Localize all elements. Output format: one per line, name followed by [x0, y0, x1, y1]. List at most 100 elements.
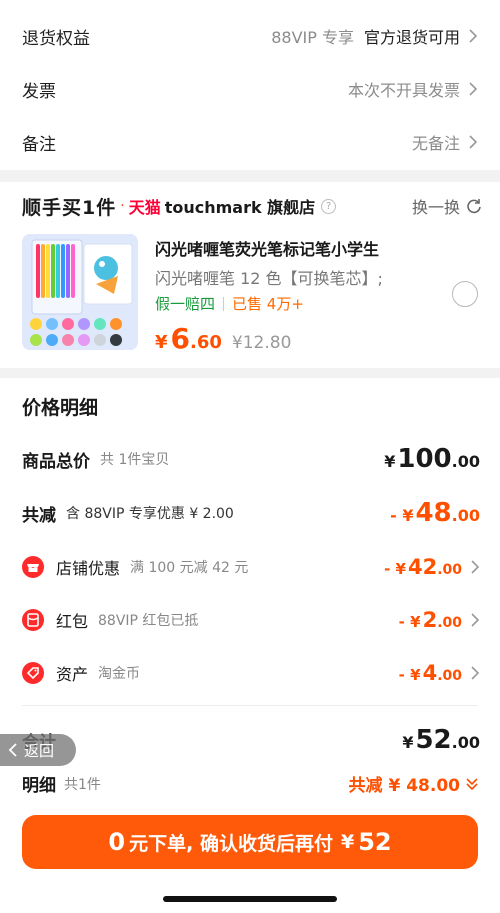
- price-details-title: 价格明细: [22, 397, 99, 419]
- grand-total-row: 合计 ¥ 52 .00: [22, 725, 480, 755]
- discount-item-label: 资产: [56, 665, 89, 684]
- chevron-right-icon: [470, 613, 480, 627]
- cta-amount: 52: [358, 828, 392, 856]
- product-tags: 假一赔四 已售 4万+: [155, 293, 304, 314]
- amount-integer: 2: [422, 608, 438, 632]
- discount-item-sub: 淘金币: [98, 666, 141, 682]
- currency-symbol: - ¥: [398, 613, 421, 631]
- red-packet-icon: [22, 609, 44, 631]
- discount-item-label: 店铺优惠: [56, 559, 121, 578]
- chevron-right-icon: [470, 666, 480, 680]
- vip-discount-note: 含 88VIP 专享优惠 ¥ 2.00: [66, 506, 234, 522]
- goods-count: 共 1件宝贝: [100, 452, 170, 468]
- currency-symbol: - ¥: [384, 560, 406, 578]
- currency-symbol: - ¥: [390, 506, 414, 525]
- shop-icon: [22, 556, 44, 578]
- guarantee-tag: 假一赔四: [155, 295, 216, 313]
- back-label: 返回: [24, 741, 55, 760]
- amount-integer: 100: [397, 444, 452, 474]
- amount-decimal: .00: [451, 733, 480, 752]
- note-row[interactable]: 备注 无备注: [0, 115, 500, 169]
- currency-symbol: ¥: [384, 452, 396, 471]
- original-price: ¥12.80: [231, 333, 292, 353]
- invoice-value: 本次不开具发票: [347, 81, 460, 100]
- amount-integer: 52: [415, 725, 452, 755]
- cta-symbol: ¥: [340, 831, 355, 853]
- refund-rights-label: 退货权益: [22, 28, 90, 49]
- discount-item-sub: 满 100 元减 42 元: [130, 560, 249, 576]
- detail-discount: 共减 ¥ 48.00: [349, 771, 480, 796]
- sold-count: 已售 4万+: [232, 295, 304, 313]
- tmall-logo: 天猫: [128, 198, 161, 217]
- select-radio[interactable]: [452, 281, 478, 307]
- chevron-right-icon: [468, 29, 478, 43]
- grand-total-amount: ¥ 52 .00: [402, 725, 480, 755]
- double-chevron-down-icon: [466, 777, 478, 790]
- refresh-icon: [467, 199, 481, 214]
- discount-total-amount: - ¥ 48 .00: [390, 498, 480, 528]
- goods-total-amount: ¥ 100 .00: [384, 444, 480, 474]
- currency-symbol: - ¥: [398, 666, 421, 684]
- discount-item-redpacket[interactable]: 红包 88VIP 红包已抵 - ¥ 2 .00: [22, 608, 480, 632]
- amount-integer: 4: [422, 661, 438, 685]
- amount-integer: 48: [415, 498, 452, 528]
- swap-button[interactable]: 换一换: [412, 194, 482, 218]
- product-image[interactable]: [22, 234, 138, 350]
- amount-integer: 42: [407, 555, 438, 579]
- tag-icon: [22, 662, 44, 684]
- shunshou-brand: 顺手买1件: [22, 196, 117, 219]
- home-indicator: [163, 896, 337, 902]
- price-symbol: ¥: [155, 332, 168, 353]
- goods-total-label: 商品总价: [22, 451, 90, 472]
- amount-decimal: .00: [437, 615, 462, 631]
- discount-item-shop[interactable]: 店铺优惠 满 100 元减 42 元 - ¥ 42 .00: [22, 555, 480, 579]
- amount-decimal: .00: [451, 452, 480, 471]
- question-circle-icon[interactable]: ?: [321, 198, 337, 214]
- discount-item-sub: 88VIP 红包已抵: [98, 613, 199, 629]
- goods-total-row: 商品总价 共 1件宝贝 ¥ 100 .00: [22, 444, 480, 474]
- vip-tag: 88VIP 专享: [271, 28, 354, 47]
- note-value: 无备注: [411, 134, 460, 153]
- discount-label: 共减: [22, 505, 56, 526]
- swap-label: 换一换: [411, 198, 460, 217]
- product-title[interactable]: 闪光啫喱笔荧光笔标记笔小学生: [155, 236, 379, 260]
- amount-decimal: .00: [437, 668, 462, 684]
- discount-item-label: 红包: [56, 612, 89, 631]
- note-label: 备注: [22, 134, 56, 155]
- details-divider: [22, 705, 478, 706]
- refund-rights-value: 官方退货可用: [363, 28, 460, 47]
- chevron-left-icon: [8, 743, 17, 757]
- cta-text: 元下单, 确认收货后再付: [129, 832, 333, 855]
- detail-row[interactable]: 明细 共1件 共减 ¥ 48.00: [22, 771, 480, 796]
- price-decimal: .60: [190, 332, 222, 353]
- cta-zero: 0: [108, 828, 126, 856]
- submit-order-button[interactable]: 0 元下单, 确认收货后再付 ¥ 52: [22, 815, 478, 869]
- tag-separator: [223, 296, 225, 311]
- discount-item-assets[interactable]: 资产 淘金币 - ¥ 4 .00: [22, 661, 480, 685]
- back-button[interactable]: 返回: [0, 734, 76, 766]
- chevron-right-icon: [468, 135, 478, 149]
- invoice-label: 发票: [22, 81, 56, 102]
- section-divider: [0, 170, 500, 182]
- invoice-row[interactable]: 发票 本次不开具发票: [0, 62, 500, 116]
- amount-decimal: .00: [437, 562, 462, 578]
- detail-label: 明细: [22, 776, 56, 796]
- chevron-right-icon: [470, 560, 480, 574]
- discount-item-amount: - ¥ 42 .00: [384, 555, 480, 579]
- section-divider: [0, 368, 500, 378]
- chevron-right-icon: [468, 82, 478, 96]
- discount-item-amount: - ¥ 2 .00: [399, 608, 480, 632]
- discount-total-row: 共减 含 88VIP 专享优惠 ¥ 2.00 - ¥ 48 .00: [22, 498, 480, 528]
- shop-name[interactable]: touchmark 旗舰店: [165, 194, 315, 218]
- currency-symbol: ¥: [402, 733, 414, 752]
- separator-dot: ·: [120, 198, 125, 214]
- detail-discount-value: 共减 ¥ 48.00: [348, 776, 460, 796]
- price-integer: 6: [170, 322, 191, 355]
- amount-decimal: .00: [451, 506, 480, 525]
- product-price: ¥ 6 .60 ¥12.80: [155, 322, 291, 355]
- refund-rights-row[interactable]: 退货权益 88VIP 专享 官方退货可用: [0, 9, 500, 63]
- detail-count: 共1件: [64, 776, 101, 793]
- product-sku[interactable]: 闪光啫喱笔 12 色【可换笔芯】;: [155, 265, 383, 289]
- discount-item-amount: - ¥ 4 .00: [399, 661, 480, 685]
- shop-header: 顺手买1件 · 天猫 touchmark 旗舰店 ? 换一换: [22, 192, 482, 220]
